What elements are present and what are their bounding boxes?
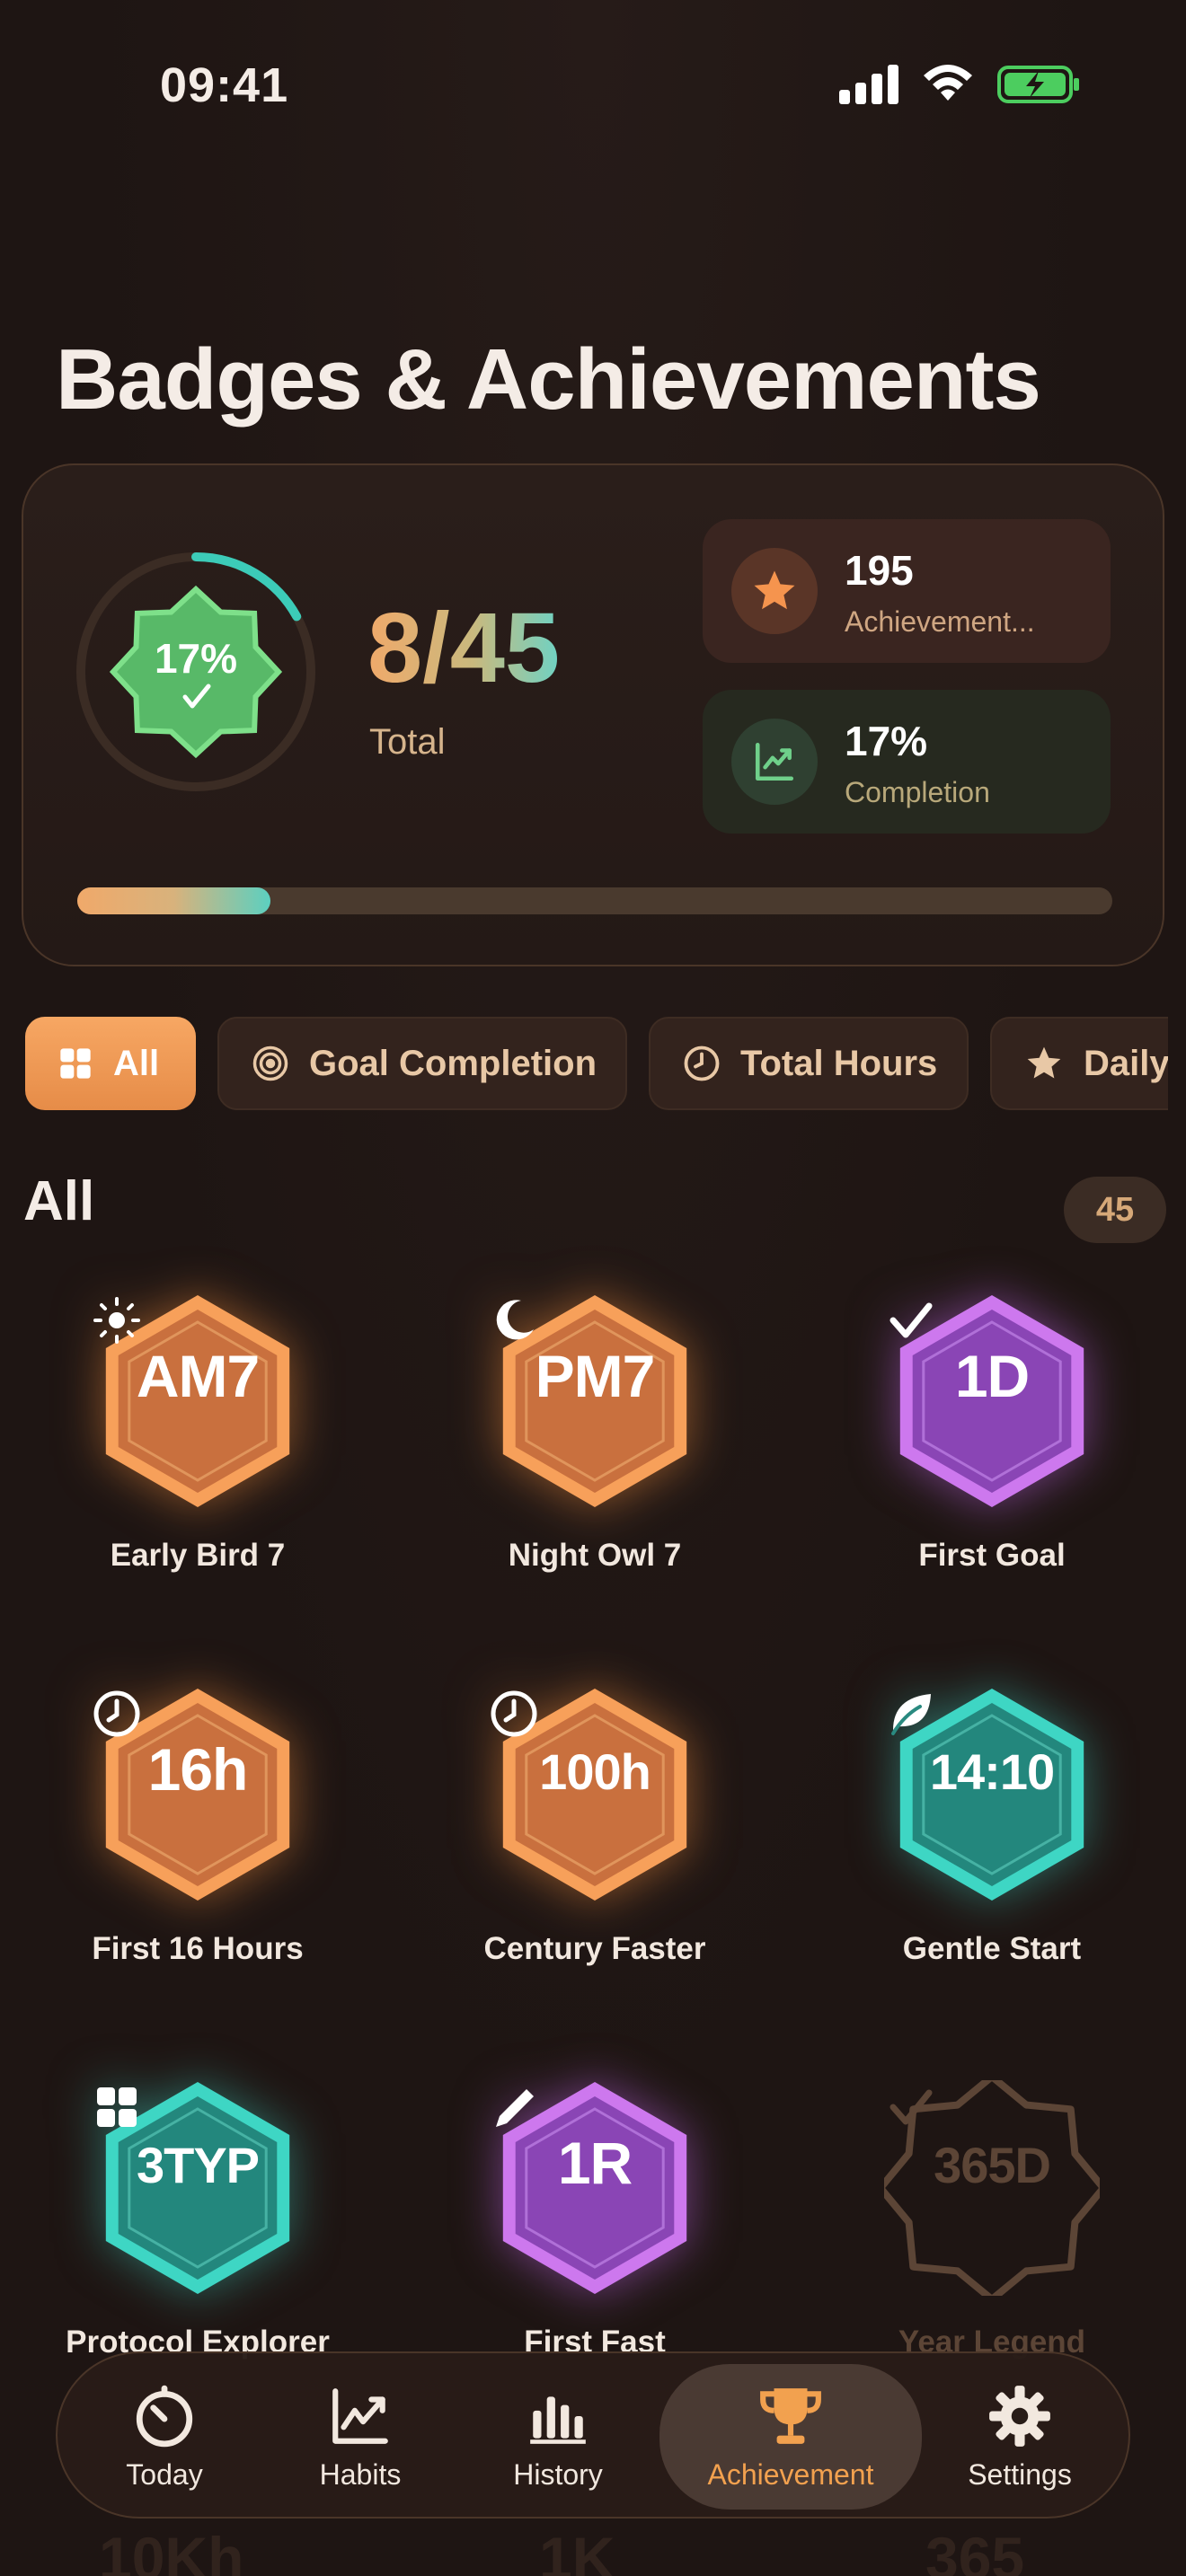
badge-name: Early Bird 7 <box>110 1538 286 1573</box>
filter-chip-label: All <box>113 1043 160 1083</box>
badge-hexagon-icon: 16h <box>90 1687 305 1920</box>
tab-label: Habits <box>319 2457 402 2491</box>
badge-hexagon-icon: PM7 <box>487 1293 703 1527</box>
badge-code: 3TYP <box>136 2137 260 2193</box>
completion-stat: 17% Completion <box>703 690 1111 834</box>
section-title: All <box>23 1170 95 1232</box>
badge-item[interactable]: 16h First 16 Hours <box>63 1687 332 1967</box>
faded-badge-label: 1K <box>539 2525 615 2576</box>
tab-habits[interactable]: Habits <box>284 2353 437 2520</box>
badge-code: 1R <box>557 2130 633 2196</box>
overall-progress-fill <box>77 887 271 914</box>
chart-line-icon <box>332 2387 388 2444</box>
clock-icon <box>491 1690 537 1737</box>
badge-code: 14:10 <box>929 1743 1055 1800</box>
tab-label: Settings <box>968 2457 1072 2491</box>
badge-code: PM7 <box>535 1343 656 1409</box>
badge-item[interactable]: 100h Century Faster <box>460 1687 730 1967</box>
trend-chart-icon <box>731 719 818 805</box>
moon-icon <box>496 1300 534 1340</box>
clock-icon <box>93 1690 140 1737</box>
tab-today[interactable]: Today <box>88 2353 241 2520</box>
total-count: 8/45 <box>367 593 561 703</box>
badge-code: 100h <box>539 1743 651 1800</box>
filter-chip-daily[interactable]: Daily <box>990 1017 1168 1110</box>
badge-name: Gentle Start <box>902 1931 1082 1966</box>
timer-icon <box>136 2385 193 2447</box>
badge-code: AM7 <box>136 1343 260 1409</box>
faded-badge-label: 365 <box>925 2525 1025 2576</box>
bottom-tab-bar: Today Habits History Achievement Setting… <box>56 2351 1130 2519</box>
badge-hexagon-icon: 1D <box>884 1293 1100 1527</box>
faded-badge-label: 10Kh <box>99 2525 244 2576</box>
achievement-value: 195 <box>845 547 914 594</box>
badge-hexagon-icon: AM7 <box>90 1293 305 1527</box>
badge-name: Night Owl 7 <box>508 1538 682 1573</box>
filter-chip-label: Daily <box>1084 1043 1168 1083</box>
badge-name: First Goal <box>918 1538 1066 1573</box>
badge-item[interactable]: 365D Year Legend <box>857 2080 1127 2360</box>
tab-settings[interactable]: Settings <box>943 2353 1096 2520</box>
badge-code: 365D <box>934 2137 1051 2193</box>
badge-hexagon-icon: 3TYP <box>90 2080 305 2314</box>
badge-item[interactable]: AM7 Early Bird 7 <box>63 1293 332 1574</box>
filter-chips: All Goal Completion Total Hours Daily <box>0 1017 1168 1110</box>
clock-icon <box>684 1045 720 1081</box>
status-time: 09:41 <box>160 58 289 112</box>
badge-name: First 16 Hours <box>92 1931 304 1966</box>
tab-label: Achievement <box>707 2457 874 2491</box>
page-title: Badges & Achievements <box>56 331 1041 428</box>
status-icons <box>839 65 1080 104</box>
filter-chip-goal-completion[interactable]: Goal Completion <box>217 1017 627 1110</box>
signal-icon <box>839 65 898 104</box>
badge-item[interactable]: 14:10 Gentle Start <box>857 1687 1127 1967</box>
completion-label: Completion <box>845 776 990 808</box>
filter-chip-all[interactable]: All <box>25 1017 196 1110</box>
star-icon <box>1027 1046 1061 1079</box>
badge-item[interactable]: PM7 Night Owl 7 <box>460 1293 730 1574</box>
badge-count: 45 <box>1064 1177 1166 1243</box>
sun-icon <box>93 1297 140 1344</box>
tab-label: History <box>513 2457 603 2491</box>
filter-chip-label: Total Hours <box>740 1043 938 1083</box>
badge-code: 1D <box>954 1343 1030 1409</box>
badge-item[interactable]: 1D First Goal <box>857 1293 1127 1574</box>
bar-chart-icon <box>530 2395 586 2444</box>
achievement-label: Achievement... <box>845 605 1035 638</box>
achievement-stat: 195 Achievement... <box>703 519 1111 663</box>
summary-card: 17% 8/45 Total 195 Achievement... 17% Co… <box>22 463 1164 966</box>
total-label: Total <box>369 722 446 762</box>
badge-item[interactable]: 3TYP Protocol Explorer <box>63 2080 332 2360</box>
badge-hexagon-icon: 365D <box>884 2080 1100 2314</box>
trophy-icon <box>760 2387 821 2444</box>
wifi-icon <box>924 65 972 101</box>
pencil-icon <box>496 2089 534 2127</box>
grid-icon <box>97 2087 137 2127</box>
badge-item[interactable]: 1R First Fast <box>460 2080 730 2360</box>
badge-name: Century Faster <box>483 1931 706 1966</box>
check-icon <box>890 1302 933 1338</box>
grid-icon <box>60 1048 91 1079</box>
tab-label: Today <box>126 2457 203 2491</box>
ring-percent: 17% <box>154 635 238 682</box>
star-icon <box>731 548 818 634</box>
target-icon <box>252 1045 288 1081</box>
overall-progress-bar <box>77 887 1112 914</box>
battery-charging-icon <box>997 66 1079 103</box>
gear-icon <box>989 2385 1050 2447</box>
filter-chip-label: Goal Completion <box>309 1043 597 1083</box>
badge-hexagon-icon: 100h <box>487 1687 703 1920</box>
status-bar: 09:41 <box>0 0 1186 171</box>
filter-chip-total-hours[interactable]: Total Hours <box>649 1017 969 1110</box>
completion-value: 17% <box>845 718 928 764</box>
check-icon <box>890 2089 933 2125</box>
leaf-icon <box>891 1694 931 1735</box>
badge-code: 16h <box>147 1736 249 1803</box>
tab-history[interactable]: History <box>482 2353 634 2520</box>
badge-hexagon-icon: 1R <box>487 2080 703 2314</box>
badge-hexagon-icon: 14:10 <box>884 1687 1100 1920</box>
achievements-screen: 09:41 Badges & Achievements 17% 8/45 Tot… <box>0 0 1186 2576</box>
tab-achievement[interactable]: Achievement <box>659 2364 922 2510</box>
